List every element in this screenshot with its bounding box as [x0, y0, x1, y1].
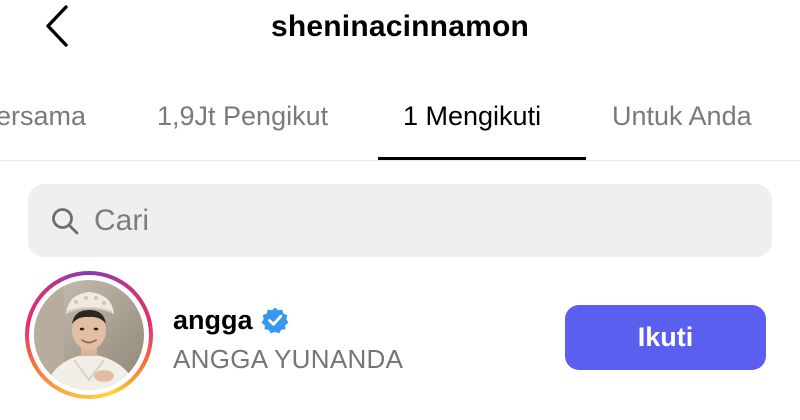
header: sheninacinnamon [0, 0, 800, 56]
active-tab-indicator [378, 157, 586, 160]
tab-following[interactable]: 1 Mengikuti [403, 98, 541, 134]
tab-mutual[interactable]: ersama [0, 98, 86, 134]
tab-for-you[interactable]: Untuk Anda [612, 98, 752, 134]
page-title: sheninacinnamon [270, 10, 530, 43]
search-icon [52, 208, 79, 235]
avatar-image [34, 280, 144, 390]
avatar-story-ring[interactable] [25, 271, 153, 399]
list-item[interactable]: angga ANGGA YUNANDA Ikuti [0, 266, 800, 420]
tab-bar: ersama 1,9Jt Pengikut 1 Mengikuti Untuk … [0, 90, 800, 161]
follow-button[interactable]: Ikuti [565, 305, 766, 370]
full-name: ANGGA YUNANDA [173, 344, 404, 374]
verified-badge-icon [261, 307, 288, 334]
search-input[interactable] [92, 184, 754, 257]
username-link[interactable]: angga [173, 302, 289, 338]
tab-followers[interactable]: 1,9Jt Pengikut [157, 98, 328, 134]
following-list-screen: sheninacinnamon ersama 1,9Jt Pengikut 1 … [0, 0, 800, 420]
avatar [34, 280, 144, 390]
search-bar[interactable] [28, 184, 772, 257]
username: angga [173, 305, 253, 335]
